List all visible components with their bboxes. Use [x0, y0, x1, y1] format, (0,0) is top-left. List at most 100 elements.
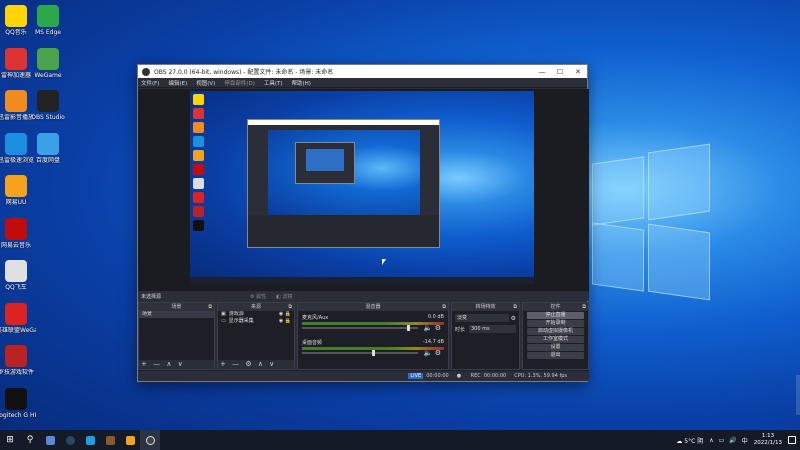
- desktop-icon[interactable]: Logitech G HUB: [0, 387, 36, 419]
- tray-overflow-icon[interactable]: ∧: [709, 437, 713, 444]
- desktop-icon-label: 罗技游戏软件: [0, 369, 34, 376]
- notification-icon[interactable]: [788, 436, 796, 444]
- duration-input[interactable]: 300 ms: [469, 325, 516, 333]
- desktop-icon-label: 网易云音乐: [0, 241, 31, 249]
- mute-speaker-icon[interactable]: 🔈 ⚙: [424, 324, 441, 332]
- virtual-camera-button[interactable]: 启动虚拟摄像机: [527, 328, 584, 335]
- close-button[interactable]: ✕: [569, 68, 587, 76]
- sources-dock: 来源 ⧉ ▣ 游戏源 ◉ 🔒 ▭ 显示器采集 ◉ 🔒 + — ⚙ ∧ ∨: [217, 302, 295, 370]
- desktop-icon[interactable]: WeGame: [28, 47, 68, 79]
- cloud-icon: [37, 132, 59, 155]
- weather-icon[interactable]: ☁ 5°C 阴: [676, 436, 703, 445]
- studio-mode-button[interactable]: 工作室模式: [527, 336, 584, 343]
- game-capture-icon: ▣: [221, 311, 226, 317]
- menu-help[interactable]: 帮助(H): [292, 79, 311, 87]
- sources-title: 来源: [250, 304, 261, 310]
- menu-edit[interactable]: 编辑(E): [168, 79, 187, 87]
- obs-icon: [142, 67, 150, 76]
- qq-app-icon[interactable]: [80, 430, 100, 450]
- clock[interactable]: 1:13 2022/1/13: [754, 433, 782, 447]
- menu-file[interactable]: 文件(F): [141, 79, 159, 87]
- source-toolbar: 未选择源 ⚙ 属性 ◧ 滤镜: [138, 291, 589, 301]
- scenes-title: 场景: [171, 304, 182, 310]
- obs-taskbar-icon[interactable]: [140, 430, 160, 450]
- mute-speaker-icon[interactable]: 🔈 ⚙: [424, 349, 441, 357]
- menu-tools[interactable]: 工具(T): [264, 79, 283, 87]
- start-recording-button[interactable]: 开始录制: [527, 320, 584, 327]
- boost-icon: [5, 47, 27, 70]
- status-bar: LIVE 00:00:00 ● REC 00:00:00 CPU: 1.3%, …: [138, 370, 589, 381]
- game-icon: [5, 345, 27, 367]
- player-icon: [5, 90, 27, 112]
- properties-button[interactable]: ⚙ 属性: [250, 293, 266, 300]
- stop-streaming-button[interactable]: 停止直播: [527, 312, 584, 319]
- cpu-fps: CPU: 1.3%, 59.94 fps: [514, 373, 567, 379]
- maximize-button[interactable]: ☐: [551, 68, 569, 76]
- controls-title: 控件: [550, 304, 561, 310]
- obs-window[interactable]: OBS 27.0.0 (64-bit, windows) - 配置文件: 未命名…: [137, 64, 589, 382]
- desktop-icon[interactable]: 英雄联盟WeGame: [0, 302, 36, 334]
- exit-button[interactable]: 退出: [527, 352, 584, 359]
- no-source-label: 未选择源: [141, 294, 162, 300]
- ime-indicator[interactable]: 中: [742, 436, 748, 445]
- desktop-icon[interactable]: QQ飞车: [0, 260, 36, 291]
- scene-item[interactable]: 场景: [139, 311, 214, 318]
- window-title: OBS 27.0.0 (64-bit, windows) - 配置文件: 未命名…: [154, 69, 334, 76]
- scenes-toolbar[interactable]: + — ∧ ∨: [139, 360, 214, 369]
- visibility-icon[interactable]: ◉ 🔒: [279, 311, 291, 318]
- desktop-icon[interactable]: 网易云音乐: [0, 217, 36, 249]
- settings-button[interactable]: 设置: [527, 344, 584, 351]
- visibility-icon[interactable]: ◉ 🔒: [279, 318, 291, 325]
- dock-float-icon[interactable]: ⧉: [513, 303, 517, 311]
- network-icon[interactable]: ▭: [719, 437, 725, 444]
- dock-float-icon[interactable]: ⧉: [208, 303, 212, 311]
- steam-icon[interactable]: [60, 430, 80, 450]
- preview-taskbar: [190, 277, 534, 284]
- dock-float-icon[interactable]: ⧉: [582, 303, 586, 311]
- transitions-dock: 转场特效 ⧉ 淡变 ⚙ 时长 300 ms: [451, 302, 520, 370]
- live-time: 00:00:00: [426, 373, 449, 379]
- dock-float-icon[interactable]: ⧉: [442, 303, 446, 311]
- transitions-title: 转场特效: [475, 304, 496, 310]
- start-button[interactable]: ⊞: [0, 430, 20, 450]
- preview-area: [138, 89, 589, 291]
- live-badge: LIVE: [408, 373, 424, 379]
- sources-toolbar[interactable]: + — ⚙ ∧ ∨: [218, 360, 294, 369]
- menu-docks[interactable]: 停靠部件(D): [224, 79, 255, 87]
- desktop-icon[interactable]: 罗技游戏软件: [0, 345, 36, 376]
- rec-indicator: ● REC: [456, 373, 481, 379]
- desktop-icon[interactable]: MS Edge: [28, 5, 68, 36]
- game-app-icon[interactable]: [100, 430, 120, 450]
- preview-desktop-icons: [193, 94, 207, 234]
- scenes-dock: 场景 ⧉ 场景 + — ∧ ∨: [138, 302, 215, 370]
- desktop-icon[interactable]: OBS Studio: [28, 90, 68, 121]
- mixer-dock: 混音器 ⧉ 麦克风/Aux 0.0 dB 🔈 ⚙ 桌面音频 -14.7 dB 🔈 ⚙: [297, 302, 449, 370]
- controls-dock: 控件 ⧉ 停止直播 开始录制 启动虚拟摄像机 工作室模式 设置 退出: [522, 302, 589, 370]
- desktop-icon-label: 百度网盘: [35, 156, 60, 164]
- volume-icon[interactable]: 🔊: [729, 437, 736, 444]
- filters-button[interactable]: ◧ 滤镜: [276, 293, 292, 300]
- minimize-button[interactable]: —: [533, 68, 551, 76]
- mixer-title: 混音器: [365, 304, 381, 310]
- uu-icon: [5, 175, 27, 197]
- dock-float-icon[interactable]: ⧉: [288, 303, 292, 311]
- transition-select[interactable]: 淡变: [455, 314, 509, 322]
- edge-scrollbar[interactable]: [796, 375, 800, 415]
- source-item[interactable]: ▣ 游戏源 ◉ 🔒: [218, 311, 294, 318]
- source-item[interactable]: ▭ 显示器采集 ◉ 🔒: [218, 318, 294, 325]
- monitor-icon: ▭: [221, 318, 226, 324]
- gear-icon[interactable]: ⚙: [511, 315, 516, 322]
- uu-app-icon[interactable]: [120, 430, 140, 450]
- desktop-icon[interactable]: 百度网盘: [28, 132, 68, 164]
- desktop-icon[interactable]: 网易UU: [0, 175, 36, 206]
- taskbar: ⊞ ⚲ ☁ 5°C 阴 ∧ ▭ 🔊 中 1:13 2022/1/13: [0, 430, 800, 450]
- wegame-icon: [5, 302, 27, 325]
- edge-icon: [37, 5, 59, 27]
- preview-canvas[interactable]: [190, 91, 534, 284]
- volume-slider[interactable]: [302, 350, 419, 356]
- volume-slider[interactable]: [302, 325, 419, 331]
- title-bar[interactable]: OBS 27.0.0 (64-bit, windows) - 配置文件: 未命名…: [138, 65, 587, 78]
- menu-view[interactable]: 视图(V): [196, 79, 215, 87]
- task-view-icon[interactable]: [40, 430, 60, 450]
- search-icon[interactable]: ⚲: [20, 430, 40, 450]
